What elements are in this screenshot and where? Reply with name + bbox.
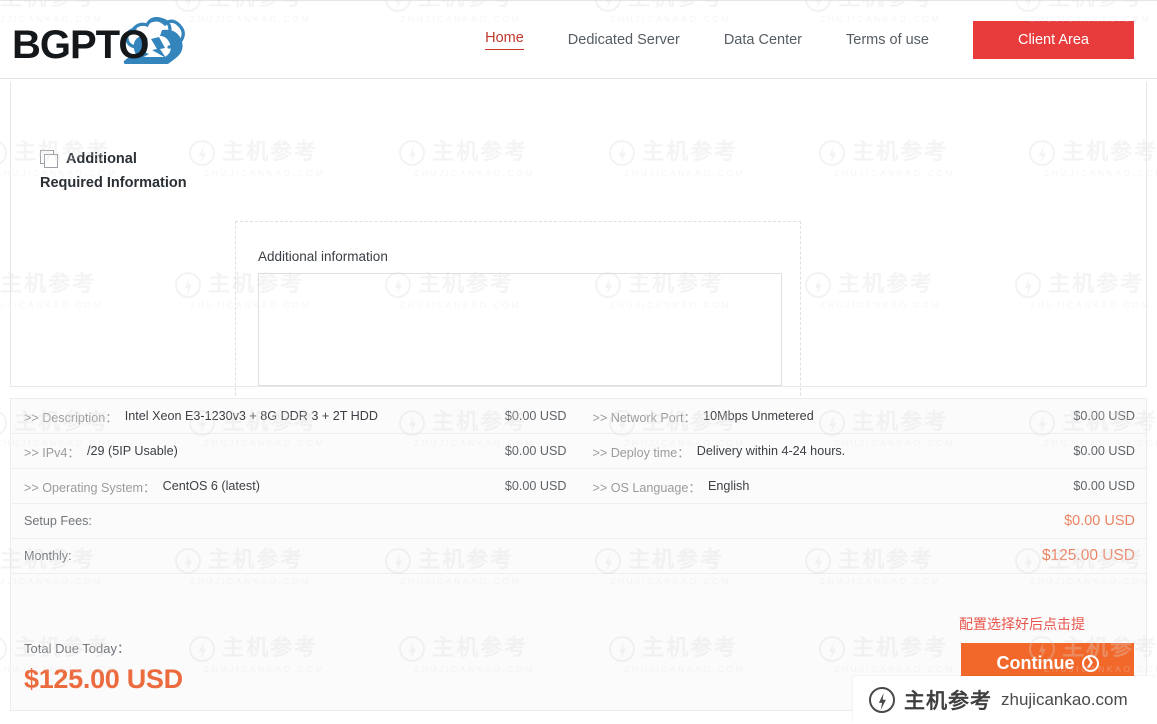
nav-item-dedicated-server[interactable]: Dedicated Server [568, 32, 680, 48]
additional-required-information-heading: Additional Required Information [40, 147, 215, 195]
stacked-squares-icon [40, 150, 58, 168]
summary-price: $0.00 USD [504, 444, 567, 458]
nav-item-home[interactable]: Home [485, 30, 524, 50]
table-row: >> Description： Intel Xeon E3-1230v3 + 8… [11, 399, 1148, 434]
total-due-today-label: Total Due Today： [24, 641, 130, 656]
main-nav: Home Dedicated Server Data Center Terms … [485, 1, 1157, 79]
summary-cell-operating-system: >> Operating System： CentOS 6 (latest) $… [11, 469, 580, 503]
site-watermark-bar: 主机参考 zhujicankao.com [853, 676, 1157, 724]
zhujicankao-logo-icon [0, 636, 8, 662]
summary-price: $0.00 USD [504, 409, 567, 423]
heading-line-1: Additional [66, 151, 137, 167]
summary-price: $0.00 USD [1073, 444, 1135, 458]
table-row: >> IPv4： /29 (5IP Usable) $0.00 USD >> D… [11, 434, 1148, 469]
total-due-today: Total Due Today： $125.00 USD [24, 638, 183, 695]
summary-key: >> Operating System： [24, 480, 156, 495]
summary-key: >> Deploy time： [592, 445, 690, 460]
nav-item-terms-of-use[interactable]: Terms of use [846, 32, 929, 48]
summary-value: 10Mbps Unmetered [703, 409, 814, 423]
summary-cell-deploy-time: >> Deploy time： Delivery within 4-24 hou… [580, 434, 1149, 468]
zhujicankao-logo-icon [0, 410, 8, 436]
summary-key: >> IPv4： [24, 445, 81, 460]
additional-information-textarea[interactable] [258, 273, 782, 386]
monthly-row: Monthly: $125.00 USD [11, 539, 1148, 574]
summary-cell-os-language: >> OS Language： English $0.00 USD [580, 469, 1149, 503]
setup-fees-value: $0.00 USD [1064, 513, 1135, 529]
site-header: BGPTO Home Dedicated Server Data Center … [0, 1, 1157, 79]
summary-cell-network-port: >> Network Port： 10Mbps Unmetered $0.00 … [580, 399, 1149, 433]
zhujicankao-logo-icon [869, 687, 895, 713]
summary-value: English [708, 479, 750, 493]
monthly-value: $125.00 USD [1041, 547, 1135, 564]
additional-information-fieldset: Additional information [235, 221, 801, 416]
zhujicankao-logo-icon [0, 140, 8, 166]
client-area-button[interactable]: Client Area [973, 21, 1134, 59]
setup-fees-row: Setup Fees: $0.00 USD [11, 504, 1148, 539]
summary-cell-ipv4: >> IPv4： /29 (5IP Usable) $0.00 USD [11, 434, 580, 468]
summary-key: >> Description： [24, 410, 118, 425]
summary-key: >> Network Port： [592, 410, 697, 425]
monthly-label: Monthly: [24, 549, 72, 563]
additional-information-label: Additional information [258, 249, 388, 264]
nav-item-data-center[interactable]: Data Center [724, 32, 802, 48]
summary-value: /29 (5IP Usable) [87, 444, 178, 458]
summary-price: $0.00 USD [504, 479, 567, 493]
order-summary-grid: >> Description： Intel Xeon E3-1230v3 + 8… [11, 399, 1148, 574]
total-due-today-value: $125.00 USD [24, 664, 183, 694]
watermark-bar-cn-text: 主机参考 [904, 689, 992, 713]
additional-info-card: Additional Required Information Addition… [10, 82, 1147, 416]
summary-key: >> OS Language： [592, 480, 702, 495]
summary-cell-description: >> Description： Intel Xeon E3-1230v3 + 8… [11, 399, 580, 433]
summary-value: Intel Xeon E3-1230v3 + 8G DDR 3 + 2T HDD [124, 409, 378, 423]
continue-button-label: Continue [996, 652, 1075, 673]
setup-fees-label: Setup Fees: [24, 514, 92, 528]
arrow-right-circle-icon: ❯ [1081, 654, 1099, 672]
summary-price: $0.00 USD [1073, 479, 1135, 493]
watermark-bar-url: zhujicankao.com [1001, 690, 1128, 709]
logo-wordmark: BGPTO [12, 23, 150, 67]
heading-line-2: Required Information [40, 175, 187, 191]
summary-value: Delivery within 4-24 hours. [696, 444, 846, 458]
summary-value: CentOS 6 (latest) [162, 479, 260, 493]
table-row: >> Operating System： CentOS 6 (latest) $… [11, 469, 1148, 504]
continue-annotation-note: 配置选择好后点击提 [959, 617, 1085, 633]
summary-price: $0.00 USD [1073, 409, 1135, 423]
site-logo[interactable]: BGPTO [12, 17, 227, 65]
